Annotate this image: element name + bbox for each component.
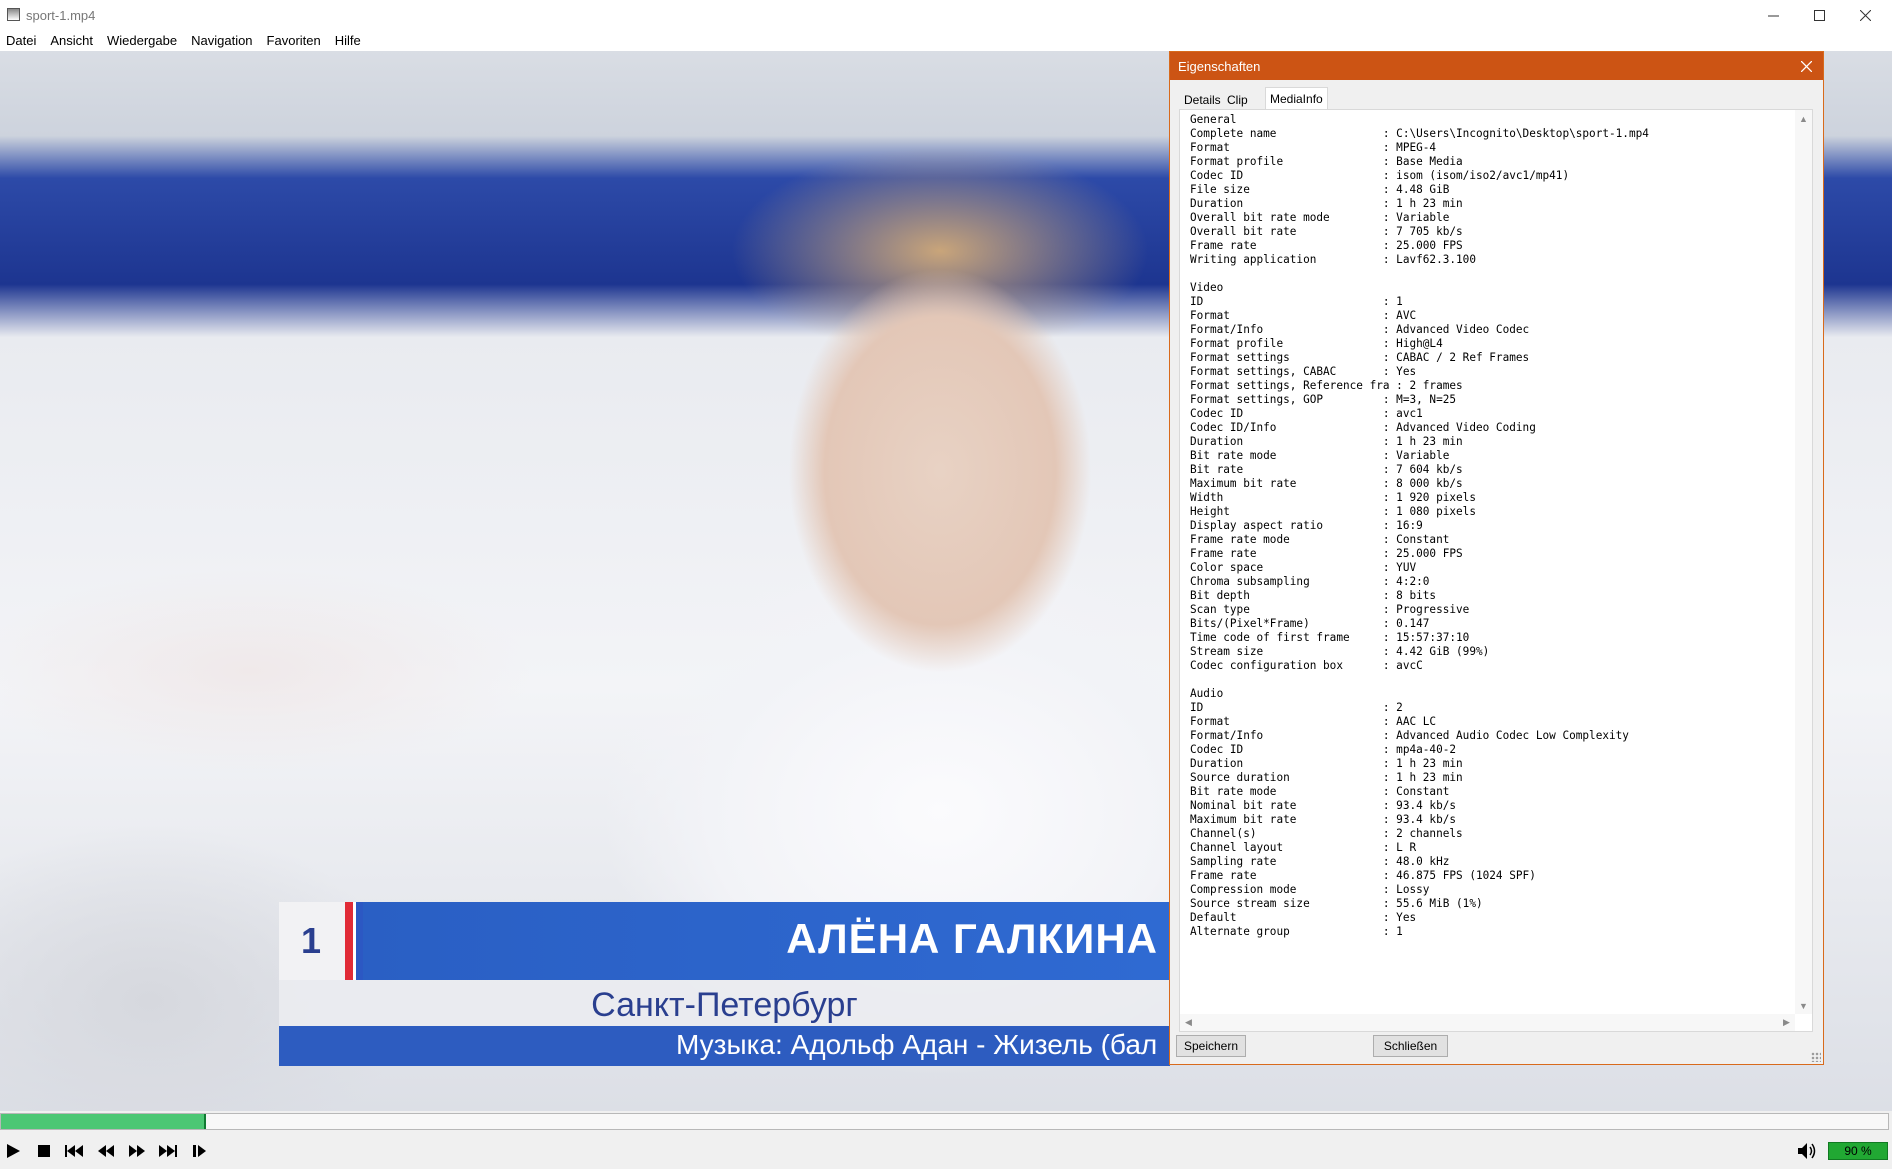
close-window-button[interactable] [1842,0,1888,30]
menu-datei[interactable]: Datei [0,30,44,51]
rank-box: 1 [279,902,345,980]
volume-level: 90 % [1844,1144,1872,1158]
volume-slider[interactable]: 90 % [1828,1142,1888,1160]
menu-ansicht[interactable]: Ansicht [44,30,101,51]
athlete-name: АЛЁНА ГАЛКИНА [786,915,1158,962]
dialog-title: Eigenschaften [1178,59,1261,74]
menu-navigation[interactable]: Navigation [185,30,260,51]
scroll-right-icon[interactable]: ▶ [1778,1014,1795,1031]
seek-progress-fill [1,1114,205,1129]
scroll-left-icon[interactable]: ◀ [1180,1014,1197,1031]
rewind-button[interactable] [95,1140,117,1162]
menu-favoriten[interactable]: Favoriten [261,30,329,51]
athlete-city: Санкт-Петербург [591,986,858,1024]
menu-wiedergabe[interactable]: Wiedergabe [101,30,185,51]
play-button[interactable] [2,1140,24,1162]
scroll-down-icon[interactable]: ▼ [1795,997,1812,1014]
city-bar: Санкт-Петербург [279,980,1170,1026]
mediainfo-panel: General Complete name : C:\Users\Incogni… [1179,109,1813,1032]
scroll-up-icon[interactable]: ▲ [1795,110,1812,127]
mediainfo-text[interactable]: General Complete name : C:\Users\Incogni… [1190,113,1780,1016]
seek-handle[interactable] [204,1114,206,1129]
rewind-icon [98,1145,114,1157]
resize-grip[interactable] [1811,1052,1821,1062]
seek-bar[interactable] [0,1113,1889,1130]
horizontal-scrollbar[interactable]: ◀ ▶ [1180,1014,1795,1031]
athlete-rank: 1 [301,920,322,961]
minimize-icon [1767,15,1779,16]
frame-step-button[interactable] [189,1140,211,1162]
menu-hilfe[interactable]: Hilfe [329,30,369,51]
name-bar: АЛЁНА ГАЛКИНА [363,902,1170,980]
music-bar: Музыка: Адольф Адан - Жизель (бал [279,1026,1170,1066]
play-icon [7,1144,20,1158]
frame-step-icon [193,1145,206,1157]
minimize-button[interactable] [1750,0,1796,30]
window-title: sport-1.mp4 [26,8,96,23]
music-caption: Музыка: Адольф Адан - Жизель (бал [676,1029,1158,1060]
close-icon [1859,9,1871,21]
close-icon [1800,60,1812,72]
skip-forward-icon [159,1145,177,1157]
tab-mediainfo[interactable]: MediaInfo [1265,87,1328,109]
skip-back-icon [65,1145,83,1157]
stop-icon [38,1145,50,1157]
dialog-titlebar[interactable]: Eigenschaften [1170,52,1823,80]
tab-details[interactable]: Details [1180,89,1225,109]
properties-dialog: Eigenschaften Details Clip MediaInfo Gen… [1169,51,1824,1065]
stop-button[interactable] [33,1140,55,1162]
app-icon [7,8,20,21]
tab-clip[interactable]: Clip [1223,89,1252,109]
close-dialog-button[interactable]: Schließen [1373,1035,1448,1057]
fast-forward-icon [129,1145,145,1157]
save-button[interactable]: Speichern [1176,1035,1246,1057]
previous-button[interactable] [63,1140,85,1162]
window-titlebar[interactable]: sport-1.mp4 [0,0,1892,30]
vertical-scrollbar[interactable]: ▲ ▼ [1795,110,1812,1014]
fast-forward-button[interactable] [126,1140,148,1162]
next-button[interactable] [157,1140,179,1162]
speaker-icon [1798,1143,1816,1159]
menu-bar: Datei Ansicht Wiedergabe Navigation Favo… [0,30,1892,51]
dialog-close-button[interactable] [1789,52,1823,80]
flag-stripe [345,902,363,980]
volume-button[interactable] [1796,1140,1818,1162]
maximize-button[interactable] [1796,0,1842,30]
maximize-icon [1813,9,1825,21]
playback-controls [0,1131,1892,1169]
